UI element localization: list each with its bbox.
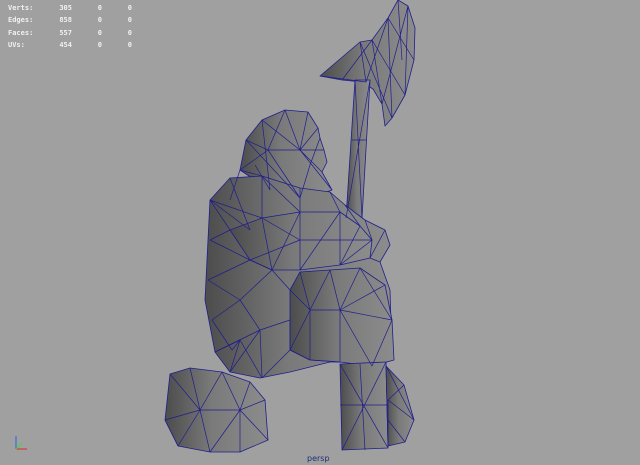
mesh-solid <box>164 0 416 453</box>
perspective-viewport[interactable]: Verts: 305 0 0 Edges: 858 0 0 Faces: 557… <box>0 0 640 465</box>
camera-name-label: persp <box>307 454 330 463</box>
xyz-axis-gizmo-icon <box>15 436 27 450</box>
low-poly-warrior-model[interactable] <box>0 0 640 465</box>
